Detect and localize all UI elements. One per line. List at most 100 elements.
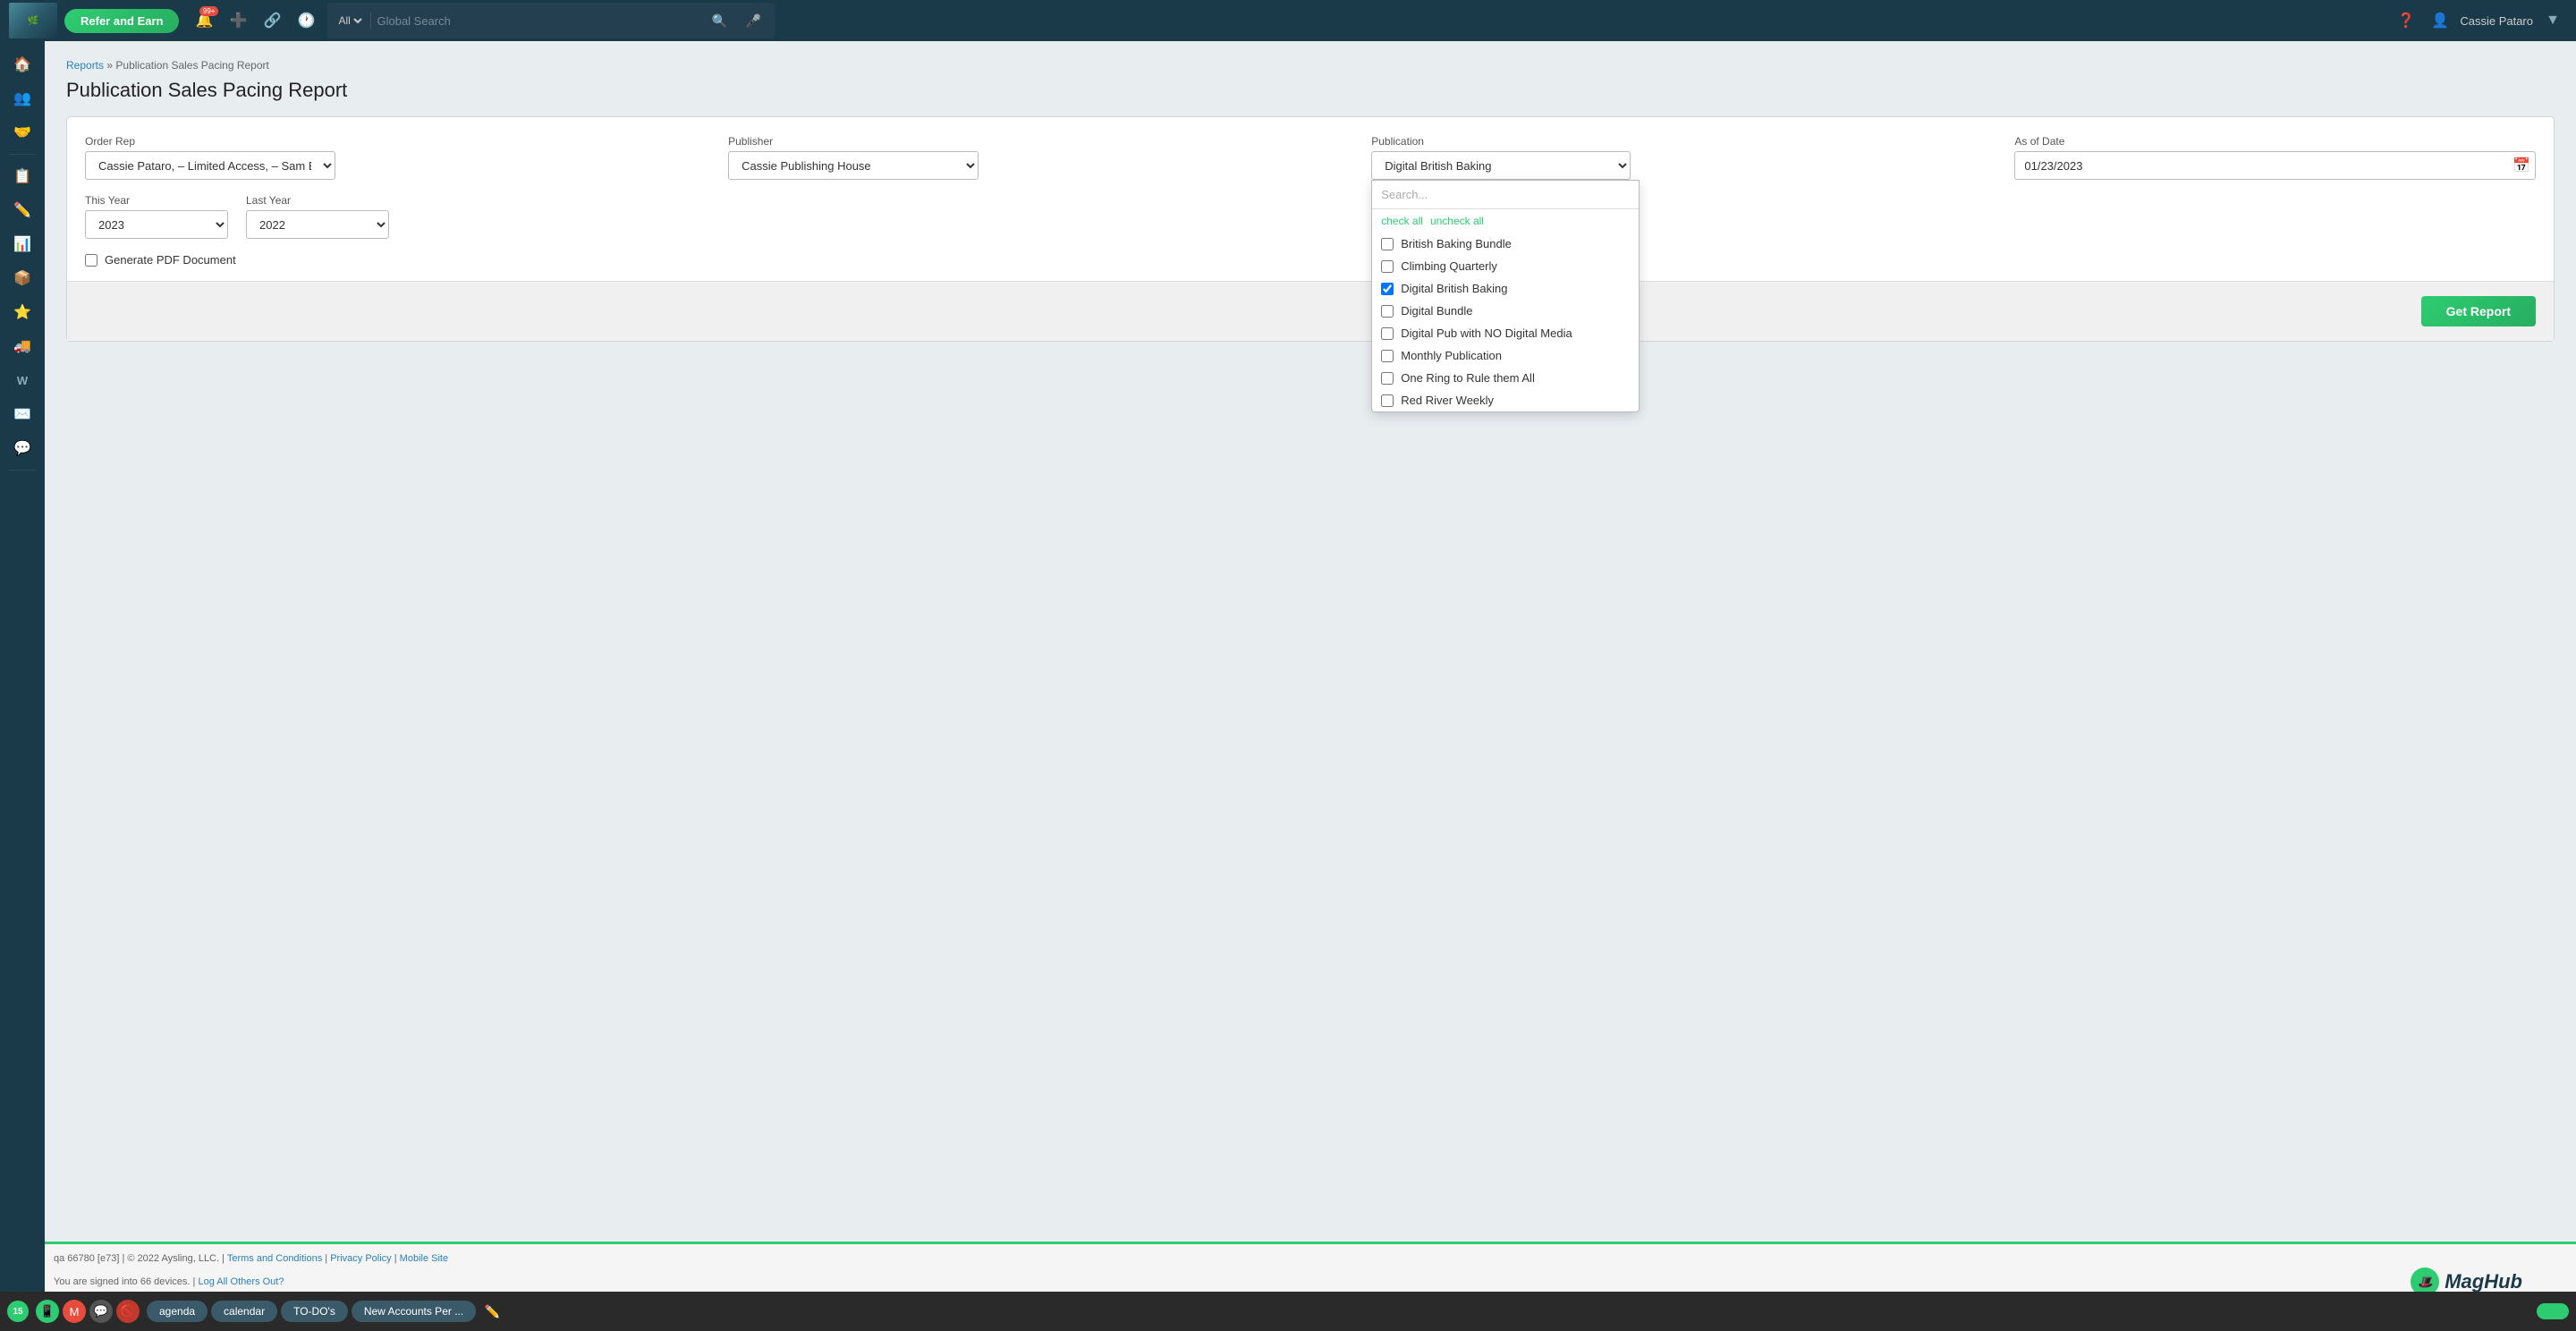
pub-label-digital-british-baking: Digital British Baking [1401,282,1507,295]
publication-label: Publication [1371,135,1996,148]
stop-icon[interactable]: 🚫 [116,1300,140,1323]
user-name-label: Cassie Pataro [2460,14,2533,28]
form-action-bar: Get Report [67,281,2554,341]
taskbar-edit-icon[interactable]: ✏️ [479,1299,504,1324]
notifications-icon-btn[interactable]: 🔔 99+ [190,6,218,35]
this-year-group: This Year 2023 2022 2021 2020 [85,194,228,239]
pub-checkbox-digital-pub-no-digital-media[interactable] [1381,327,1394,340]
pub-label-digital-bundle: Digital Bundle [1401,304,1472,318]
new-accounts-button[interactable]: New Accounts Per ... [352,1301,476,1322]
pub-item-british-baking-bundle[interactable]: British Baking Bundle [1372,233,1639,255]
pub-checkbox-british-baking-bundle[interactable] [1381,238,1394,250]
top-navigation: 🌿 Refer and Earn 🔔 99+ ➕ 🔗 🕐 All 🔍 🎤 ❓ 👤… [0,0,2576,41]
sidebar-item-messages[interactable]: 💬 [4,432,40,464]
search-divider [370,13,371,29]
footer-privacy-link[interactable]: Privacy Policy [330,1253,391,1264]
agenda-button[interactable]: agenda [147,1301,208,1322]
search-submit-icon[interactable]: 🔍 [705,6,733,35]
taskbar-badge[interactable]: 15 [7,1301,29,1322]
gmail-icon[interactable]: M [63,1300,86,1323]
publication-select[interactable]: Digital British Baking [1371,151,1631,180]
pub-label-one-ring: One Ring to Rule them All [1401,371,1535,385]
pub-checkbox-digital-british-baking[interactable] [1381,283,1394,295]
main-content: Reports » Publication Sales Pacing Repor… [45,41,2576,1242]
breadcrumb-reports-link[interactable]: Reports [66,59,104,72]
pub-checkbox-climbing-quarterly[interactable] [1381,260,1394,273]
refer-earn-button[interactable]: Refer and Earn [64,9,179,33]
calendar-icon[interactable]: 📅 [2512,157,2530,174]
taskbar: 15 📱 M 💬 🚫 agenda calendar TO-DO's New A… [0,1292,2576,1331]
generate-pdf-label: Generate PDF Document [105,253,236,267]
publisher-group: Publisher Cassie Publishing House [728,135,1353,180]
pub-item-monthly-publication[interactable]: Monthly Publication [1372,344,1639,367]
sidebar-item-editorial[interactable]: ✏️ [4,194,40,226]
get-report-button[interactable]: Get Report [2421,296,2536,326]
sidebar-item-delivery[interactable]: 🚚 [4,330,40,362]
whatsapp-icon[interactable]: 📱 [36,1300,59,1323]
this-year-select[interactable]: 2023 2022 2021 2020 [85,210,228,239]
app-logo: 🌿 [9,3,57,38]
publication-dropdown: check all uncheck all British Baking Bun… [1371,180,1640,412]
chat-icon[interactable]: 💬 [89,1300,113,1323]
asofdate-input[interactable] [2014,151,2536,180]
sidebar-item-favorites[interactable]: ⭐ [4,296,40,328]
clock-icon-btn[interactable]: 🕐 [292,6,320,35]
this-year-label: This Year [85,194,228,207]
sidebar-item-reports[interactable]: 📊 [4,228,40,260]
sidebar-item-products[interactable]: 📦 [4,262,40,294]
pub-checkbox-red-river-weekly[interactable] [1381,394,1394,407]
footer-mobile-link[interactable]: Mobile Site [400,1253,448,1264]
publisher-select[interactable]: Cassie Publishing House [728,151,979,180]
sidebar-item-contacts[interactable]: 👥 [4,82,40,114]
last-year-select[interactable]: 2022 2021 2020 2019 [246,210,389,239]
sidebar-item-orders[interactable]: 📋 [4,160,40,192]
footer-logout-link[interactable]: Log All Others Out? [198,1276,284,1287]
sidebar-item-word[interactable]: W [4,364,40,396]
pub-checkbox-monthly-publication[interactable] [1381,350,1394,362]
pub-search-input[interactable] [1372,181,1639,209]
pub-item-red-river-weekly[interactable]: Red River Weekly [1372,389,1639,411]
user-avatar-btn[interactable]: 👤 [2426,6,2454,35]
pub-checkbox-one-ring[interactable] [1381,372,1394,385]
sidebar-divider-2 [9,470,36,471]
asofdate-group: As of Date 📅 [2014,135,2536,180]
pub-checkbox-digital-bundle[interactable] [1381,305,1394,318]
global-search-area: All 🔍 🎤 [327,3,775,38]
page-title: Publication Sales Pacing Report [66,79,2555,102]
user-dropdown-btn[interactable]: ▼ [2538,6,2567,35]
notification-badge: 99+ [199,6,219,16]
add-icon-btn[interactable]: ➕ [224,6,252,35]
nav-icon-group: 🔔 99+ ➕ 🔗 🕐 [190,6,320,35]
pub-item-digital-bundle[interactable]: Digital Bundle [1372,300,1639,322]
link-icon-btn[interactable]: 🔗 [258,6,286,35]
pub-item-digital-pub-no-digital-media[interactable]: Digital Pub with NO Digital Media [1372,322,1639,344]
calendar-button[interactable]: calendar [211,1301,277,1322]
search-scope-select[interactable]: All [335,13,365,28]
order-rep-label: Order Rep [85,135,710,148]
pub-item-one-ring[interactable]: One Ring to Rule them All [1372,367,1639,389]
todo-button[interactable]: TO-DO's [281,1301,348,1322]
pub-item-digital-british-baking[interactable]: Digital British Baking [1372,277,1639,300]
global-search-input[interactable] [377,14,699,28]
taskbar-right [2537,1303,2569,1319]
sidebar-item-home[interactable]: 🏠 [4,48,40,81]
check-all-link[interactable]: check all [1381,215,1423,227]
taskbar-toggle[interactable] [2537,1303,2569,1319]
generate-pdf-checkbox[interactable] [85,254,97,267]
pub-label-climbing-quarterly: Climbing Quarterly [1401,259,1497,273]
sidebar-divider-1 [9,154,36,155]
sidebar-item-email[interactable]: ✉️ [4,398,40,430]
footer-terms-link[interactable]: Terms and Conditions [227,1253,322,1264]
pub-label-digital-pub-no-digital-media: Digital Pub with NO Digital Media [1401,326,1572,340]
nav-right-group: ❓ 👤 Cassie Pataro ▼ [2392,6,2567,35]
sidebar-item-deals[interactable]: 🤝 [4,116,40,148]
order-rep-group: Order Rep Cassie Pataro, – Limited Acces… [85,135,710,180]
order-rep-select[interactable]: Cassie Pataro, – Limited Access, – Sam B… [85,151,335,180]
publication-list: British Baking Bundle Climbing Quarterly… [1372,233,1639,411]
uncheck-all-link[interactable]: uncheck all [1430,215,1484,227]
pub-item-climbing-quarterly[interactable]: Climbing Quarterly [1372,255,1639,277]
pub-label-red-river-weekly: Red River Weekly [1401,394,1494,407]
help-icon-btn[interactable]: ❓ [2392,6,2420,35]
form-row-2: This Year 2023 2022 2021 2020 Last Year … [85,194,2536,239]
microphone-icon[interactable]: 🎤 [739,6,767,35]
